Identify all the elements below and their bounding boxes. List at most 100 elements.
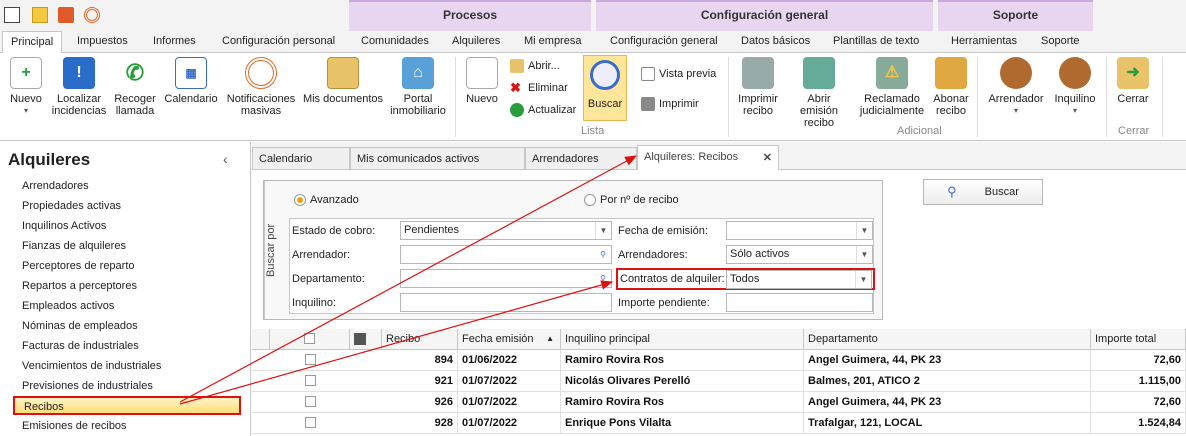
sidebar-item-repartos[interactable]: Repartos a perceptores — [22, 280, 137, 292]
close-icon[interactable]: ✕ — [763, 151, 772, 164]
checkbox-icon[interactable] — [304, 333, 315, 344]
tab-configuracion-general[interactable]: Configuración general — [610, 35, 718, 47]
checklist-icon[interactable] — [58, 7, 74, 23]
ribbon-separator — [977, 57, 978, 137]
buscar-ribbon-button[interactable]: Buscar — [583, 55, 627, 121]
header-departamento[interactable]: Departamento — [804, 329, 1091, 350]
tab-datos-basicos[interactable]: Datos básicos — [741, 35, 810, 47]
nuevo-lista-button[interactable]: Nuevo — [462, 57, 502, 105]
doc-tab-comunicados[interactable]: Mis comunicados activos — [350, 147, 525, 169]
importe-label: Importe pendiente: — [618, 297, 710, 309]
inquilino-input[interactable] — [400, 293, 612, 312]
mail-icon[interactable] — [32, 7, 48, 23]
tab-impuestos[interactable]: Impuestos — [77, 35, 128, 47]
inquilino-label: Inquilino: — [292, 297, 337, 309]
table-row[interactable]: 894 01/06/2022 Ramiro Rovira Ros Angel G… — [252, 350, 1186, 371]
table-row[interactable]: 928 01/07/2022 Enrique Pons Vilalta Traf… — [252, 413, 1186, 434]
sidebar-item-facturas[interactable]: Facturas de industriales — [22, 340, 139, 352]
portal-inmobiliario-button[interactable]: ⌂ Portal inmobiliario — [388, 57, 448, 117]
abrir-emision-recibo-button[interactable]: Abrir emisión recibo — [787, 57, 851, 129]
sidebar-item-arrendadores[interactable]: Arrendadores — [22, 180, 89, 192]
sidebar-item-inquilinos-activos[interactable]: Inquilinos Activos — [22, 220, 106, 232]
ribbon-separator — [455, 57, 456, 137]
person-icon — [1000, 57, 1032, 89]
app-icon[interactable] — [4, 7, 20, 23]
sidebar-item-fianzas[interactable]: Fianzas de alquileres — [22, 240, 126, 252]
recoger-llamada-button[interactable]: ✆ Recoger llamada — [112, 57, 158, 117]
fecha-label: Fecha de emisión: — [618, 225, 708, 237]
importe-pendiente-input[interactable] — [726, 293, 873, 312]
mis-documentos-button[interactable]: Mis documentos — [302, 57, 384, 105]
tab-soporte[interactable]: Soporte — [1041, 35, 1080, 47]
inquilino-button[interactable]: Inquilino ▾ — [1050, 57, 1100, 117]
cerrar-button[interactable]: ➜ Cerrar — [1112, 57, 1154, 105]
estado-cobro-select[interactable]: Pendientes ▼ — [400, 221, 612, 240]
tab-herramientas[interactable]: Herramientas — [951, 35, 1017, 47]
sidebar-item-nominas[interactable]: Nóminas de empleados — [22, 320, 138, 332]
sidebar-item-propiedades-activas[interactable]: Propiedades activas — [22, 200, 121, 212]
abrir-button[interactable]: Abrir... — [510, 59, 560, 73]
doc-tab-calendario[interactable]: Calendario — [252, 147, 350, 169]
actualizar-button[interactable]: Actualizar — [510, 103, 576, 117]
nuevo-button[interactable]: + Nuevo ▾ — [6, 57, 46, 117]
search-icon[interactable]: ⚲ — [595, 270, 611, 287]
checkbox-icon[interactable] — [304, 375, 316, 386]
tab-configuracion-personal[interactable]: Configuración personal — [222, 35, 335, 47]
tab-informes[interactable]: Informes — [153, 35, 196, 47]
vista-previa-button[interactable]: Vista previa — [641, 67, 716, 81]
calendario-button[interactable]: ▦ Calendario — [163, 57, 219, 105]
fecha-emision-select[interactable]: ▼ — [726, 221, 873, 240]
buscar-button[interactable]: ⚲ Buscar — [923, 179, 1043, 205]
tab-comunidades[interactable]: Comunidades — [361, 35, 429, 47]
sidebar-item-emisiones[interactable]: Emisiones de recibos — [22, 420, 127, 432]
sidebar-item-empleados[interactable]: Empleados activos — [22, 300, 114, 312]
table-row[interactable]: 921 01/07/2022 Nicolás Olivares Perelló … — [252, 371, 1186, 392]
imprimir-recibo-button[interactable]: Imprimir recibo — [732, 57, 784, 117]
sidebar-item-recibos[interactable]: Recibos — [13, 396, 241, 415]
abonar-recibo-button[interactable]: Abonar recibo — [930, 57, 972, 117]
broadcast-icon[interactable] — [84, 7, 100, 23]
sidebar-item-previsiones[interactable]: Previsiones de industriales — [22, 380, 153, 392]
sidebar: Alquileres ‹ Arrendadores Propiedades ac… — [0, 142, 251, 436]
reclamado-judicialmente-button[interactable]: ⚠ Reclamado judicialmente — [858, 57, 926, 117]
doc-tab-recibos[interactable]: Alquileres: Recibos ✕ — [637, 145, 779, 170]
radio-por-recibo[interactable]: Por nº de recibo — [584, 194, 679, 206]
header-fecha-emision[interactable]: Fecha emisión ▲ — [458, 329, 561, 350]
localizar-incidencias-button[interactable]: ! Localizar incidencias — [50, 57, 108, 117]
warning-document-icon: ⚠ — [876, 57, 908, 89]
arrendador-button[interactable]: Arrendador ▾ — [986, 57, 1046, 117]
delete-icon: ✖ — [510, 80, 521, 95]
chevron-down-icon: ▾ — [1072, 106, 1077, 115]
checkbox-icon[interactable] — [304, 396, 316, 407]
notificaciones-masivas-button[interactable]: Notificaciones masivas — [224, 57, 298, 117]
radio-avanzado[interactable]: Avanzado — [294, 194, 359, 206]
sidebar-item-perceptores[interactable]: Perceptores de reparto — [22, 260, 135, 272]
checkbox-icon[interactable] — [304, 354, 316, 365]
tab-principal[interactable]: Principal — [2, 31, 63, 54]
chevron-down-icon: ▾ — [1013, 106, 1018, 115]
imprimir-button[interactable]: Imprimir — [641, 97, 699, 111]
search-icon[interactable]: ⚲ — [595, 246, 611, 263]
arrendador-input[interactable]: ⚲ — [400, 245, 612, 264]
tab-alquileres[interactable]: Alquileres — [452, 35, 500, 47]
doc-tab-arrendadores[interactable]: Arrendadores — [525, 147, 637, 169]
collapse-icon[interactable]: ‹ — [223, 151, 228, 167]
header-recibo[interactable]: Recibo — [382, 329, 458, 350]
cell-departamento: Trafalgar, 121, LOCAL — [804, 413, 1091, 434]
header-importe[interactable]: Importe total — [1091, 329, 1186, 350]
eliminar-button[interactable]: ✖ Eliminar — [510, 81, 568, 95]
tab-plantillas-texto[interactable]: Plantillas de texto — [833, 35, 919, 47]
header-inquilino[interactable]: Inquilino principal — [561, 329, 804, 350]
departamento-input[interactable]: ⚲ — [400, 269, 612, 288]
arrendadores-select[interactable]: Sólo activos ▼ — [726, 245, 873, 264]
context-group-procesos: Procesos — [349, 0, 591, 31]
filter-side-label: Buscar por — [264, 181, 286, 319]
ribbon-tab-row: Principal Impuestos Informes Configuraci… — [0, 31, 1186, 54]
select-all-header[interactable] — [270, 329, 350, 350]
tab-mi-empresa[interactable]: Mi empresa — [524, 35, 581, 47]
checkbox-icon[interactable] — [304, 417, 316, 428]
incident-icon: ! — [63, 57, 95, 89]
table-row[interactable]: 926 01/07/2022 Ramiro Rovira Ros Angel G… — [252, 392, 1186, 413]
contratos-alquiler-select[interactable]: Todos ▼ — [726, 270, 872, 289]
sidebar-item-vencimientos[interactable]: Vencimientos de industriales — [22, 360, 161, 372]
